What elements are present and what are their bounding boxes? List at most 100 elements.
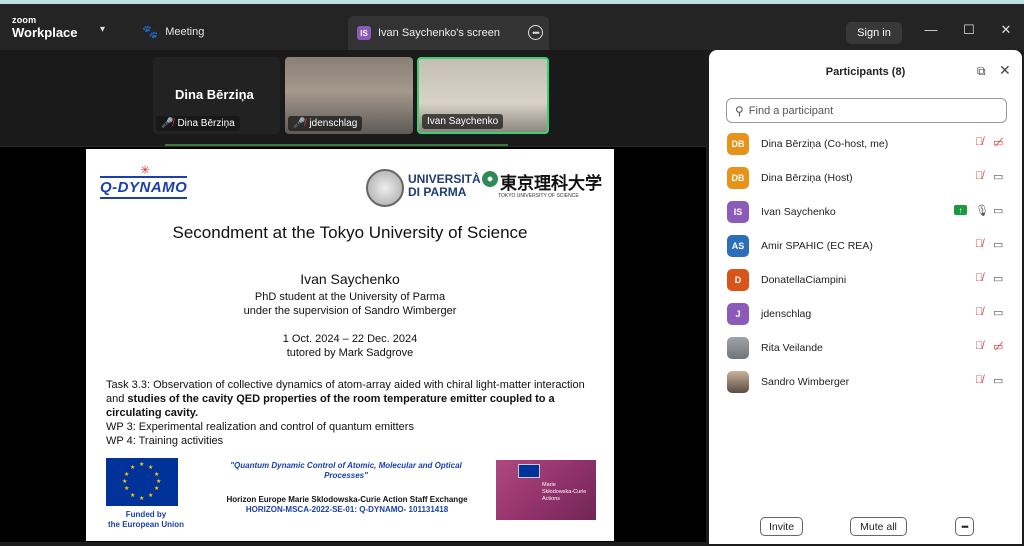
video-tile-jdenschlag[interactable]: 🎤̸ jdenschlag	[285, 57, 413, 134]
mic-muted-icon[interactable]: 🎙̸	[975, 340, 983, 352]
pop-out-icon[interactable]: ⧉	[977, 64, 986, 79]
msca-line2: Skłodowska-Curie	[542, 489, 587, 495]
mic-muted-icon: 🎤̸	[293, 118, 306, 129]
avatar: AS	[727, 235, 749, 257]
participant-name: jdenschlag	[761, 308, 812, 320]
avatar: J	[727, 303, 749, 325]
meeting-tab[interactable]: 🐾 Meeting	[142, 24, 204, 40]
camera-off-icon[interactable]: ▭̸	[993, 340, 1003, 353]
unipr-seal-icon	[366, 169, 404, 207]
mic-muted-icon[interactable]: 🎙̸	[975, 238, 983, 250]
mic-muted-icon[interactable]: 🎙̸	[975, 272, 983, 284]
wp3-line: WP 3: Experimental realization and contr…	[106, 421, 414, 433]
avatar: DB	[727, 133, 749, 155]
camera-icon[interactable]: ▭	[993, 238, 1003, 251]
participant-name: Dina Bērziņa (Host)	[761, 172, 853, 184]
participant-row[interactable]: D DonatellaCiampini 🎙̸ ▭	[709, 263, 1022, 297]
participant-row[interactable]: AS Amir SPAHIC (EC REA) 🎙̸ ▭	[709, 229, 1022, 263]
avatar-photo	[727, 371, 749, 393]
video-tile-dina[interactable]: Dina Bērziņa 🎤̸ Dina Bērziņa	[153, 57, 280, 134]
close-panel-icon[interactable]: ✕	[999, 62, 1011, 79]
minimize-icon[interactable]: —	[921, 22, 941, 37]
sign-in-button[interactable]: Sign in	[846, 22, 902, 44]
participant-row[interactable]: DB Dina Bērziņa (Host) 🎙̸ ▭	[709, 161, 1022, 195]
eu-flag-icon: ★ ★ ★ ★ ★ ★ ★ ★ ★ ★ ★ ★	[106, 458, 178, 506]
mute-all-button[interactable]: Mute all	[850, 517, 907, 536]
video-tile-ivan[interactable]: Ivan Saychenko	[417, 57, 549, 134]
screen-tab-label: Ivan Saychenko's screen	[378, 27, 500, 39]
meeting-label: Meeting	[165, 26, 205, 38]
mic-muted-icon[interactable]: 🎙̸	[975, 374, 983, 386]
horizon-info: Horizon Europe Marie Sklodowska-Curie Ac…	[212, 495, 482, 515]
eu-funded-text: Funded by the European Union	[94, 510, 198, 530]
sparkle-icon: ✳	[140, 163, 151, 177]
video-tile-name: 🎤̸ Dina Bērziņa	[156, 116, 240, 131]
zoom-logo[interactable]: zoom Workplace	[12, 15, 78, 40]
wp4-line: WP 4: Training activities	[106, 435, 224, 447]
participant-search[interactable]: ⚲	[726, 98, 1007, 123]
brand-big: Workplace	[12, 25, 78, 40]
participants-footer: Invite Mute all •••	[709, 517, 1022, 539]
camera-off-icon[interactable]: ▭̸	[993, 136, 1003, 149]
avatar: D	[727, 269, 749, 291]
close-icon[interactable]: ✕	[996, 22, 1016, 38]
secondment-dates: 1 Oct. 2024 – 22 Dec. 2024	[282, 333, 418, 345]
mic-muted-icon[interactable]: 🎙̸	[975, 136, 983, 148]
zoom-window: zoom Workplace ▾ 🐾 Meeting IS Ivan Saych…	[0, 0, 1024, 546]
video-tile-name: 🎤̸ jdenschlag	[288, 116, 363, 131]
meeting-icon: 🐾	[142, 24, 159, 39]
msca-line3: Actions	[542, 496, 561, 502]
mic-icon[interactable]: 🎙	[975, 204, 989, 217]
participant-name: Dina Bērziņa (Co-host, me)	[761, 138, 889, 150]
qdynamo-logo: Q-DYNAMO	[100, 176, 188, 199]
mic-muted-icon[interactable]: 🎙̸	[975, 170, 983, 182]
avatar-photo	[727, 337, 749, 359]
unipr-line2: DI PARMA	[408, 184, 467, 199]
search-input[interactable]	[748, 104, 989, 117]
participant-name: Rita Veilande	[761, 342, 823, 354]
participant-list: DB Dina Bērziņa (Co-host, me) 🎙̸ ▭̸ DB D…	[709, 127, 1022, 399]
video-strip: Dina Bērziņa 🎤̸ Dina Bērziņa 🎤̸ jdenschl…	[0, 50, 706, 146]
horizon-line: Horizon Europe Marie Sklodowska-Curie Ac…	[226, 495, 468, 504]
title-bar: zoom Workplace ▾ 🐾 Meeting IS Ivan Saych…	[0, 0, 1024, 50]
sharing-screen-icon: ↑	[954, 205, 967, 215]
more-options-icon[interactable]: •••	[955, 517, 974, 536]
invite-button[interactable]: Invite	[760, 517, 803, 536]
presenter-name: Ivan Saychenko	[300, 271, 400, 287]
tutor-line: tutored by Mark Sadgrove	[286, 347, 414, 359]
participant-row[interactable]: IS Ivan Saychenko ↑ 🎙 ▭	[709, 195, 1022, 229]
chevron-down-icon[interactable]: ▾	[100, 24, 105, 35]
participant-name: Sandro Wimberger	[761, 376, 850, 388]
unipr-logo: UNIVERSITÀ DI PARMA	[408, 173, 481, 198]
video-tile-label: Dina Bērziņa	[177, 118, 235, 129]
camera-icon[interactable]: ▭	[993, 170, 1003, 183]
slide-title: Secondment at the Tokyo University of Sc…	[172, 223, 528, 242]
mic-muted-icon: 🎤̸	[161, 118, 174, 129]
camera-icon[interactable]: ▭	[993, 272, 1003, 285]
tus-subtitle: TOKYO UNIVERSITY OF SCIENCE	[498, 193, 579, 199]
shared-screen[interactable]: ✳ Q-DYNAMO UNIVERSITÀ DI PARMA 東京理科大学 TO…	[0, 146, 706, 542]
tus-logo: 東京理科大学	[500, 174, 602, 193]
participant-row[interactable]: Sandro Wimberger 🎙̸ ▭	[709, 365, 1022, 399]
msca-logo: Marie Skłodowska-Curie Actions	[496, 460, 596, 520]
camera-icon[interactable]: ▭	[993, 374, 1003, 387]
brand-small: zoom	[12, 15, 37, 25]
participant-row[interactable]: Rita Veilande 🎙̸ ▭̸	[709, 331, 1022, 365]
participant-row[interactable]: J jdenschlag 🎙̸ ▭	[709, 297, 1022, 331]
participant-row[interactable]: DB Dina Bērziņa (Co-host, me) 🎙̸ ▭̸	[709, 127, 1022, 161]
task-description: Task 3.3: Observation of collective dyna…	[106, 378, 606, 448]
screen-share-tab[interactable]: IS Ivan Saychenko's screen •••	[348, 16, 549, 50]
camera-icon[interactable]: ▭	[993, 306, 1003, 319]
eu-flag-small-icon	[518, 464, 540, 478]
maximize-icon[interactable]: ☐	[959, 22, 979, 38]
more-options-icon[interactable]: •••	[528, 25, 543, 40]
participant-name: DonatellaCiampini	[761, 274, 847, 286]
msca-text: Marie Skłodowska-Curie Actions	[542, 482, 586, 503]
presenter-line1: PhD student at the University of Parma	[254, 291, 446, 303]
mic-muted-icon[interactable]: 🎙̸	[975, 306, 983, 318]
camera-icon[interactable]: ▭	[993, 204, 1003, 217]
horizon-id: HORIZON-MSCA-2022-SE-01: Q-DYNAMO- 10113…	[245, 505, 449, 514]
tus-emblem-icon	[482, 171, 498, 187]
msca-line1: Marie	[542, 482, 556, 488]
video-tile-label: jdenschlag	[309, 118, 358, 129]
